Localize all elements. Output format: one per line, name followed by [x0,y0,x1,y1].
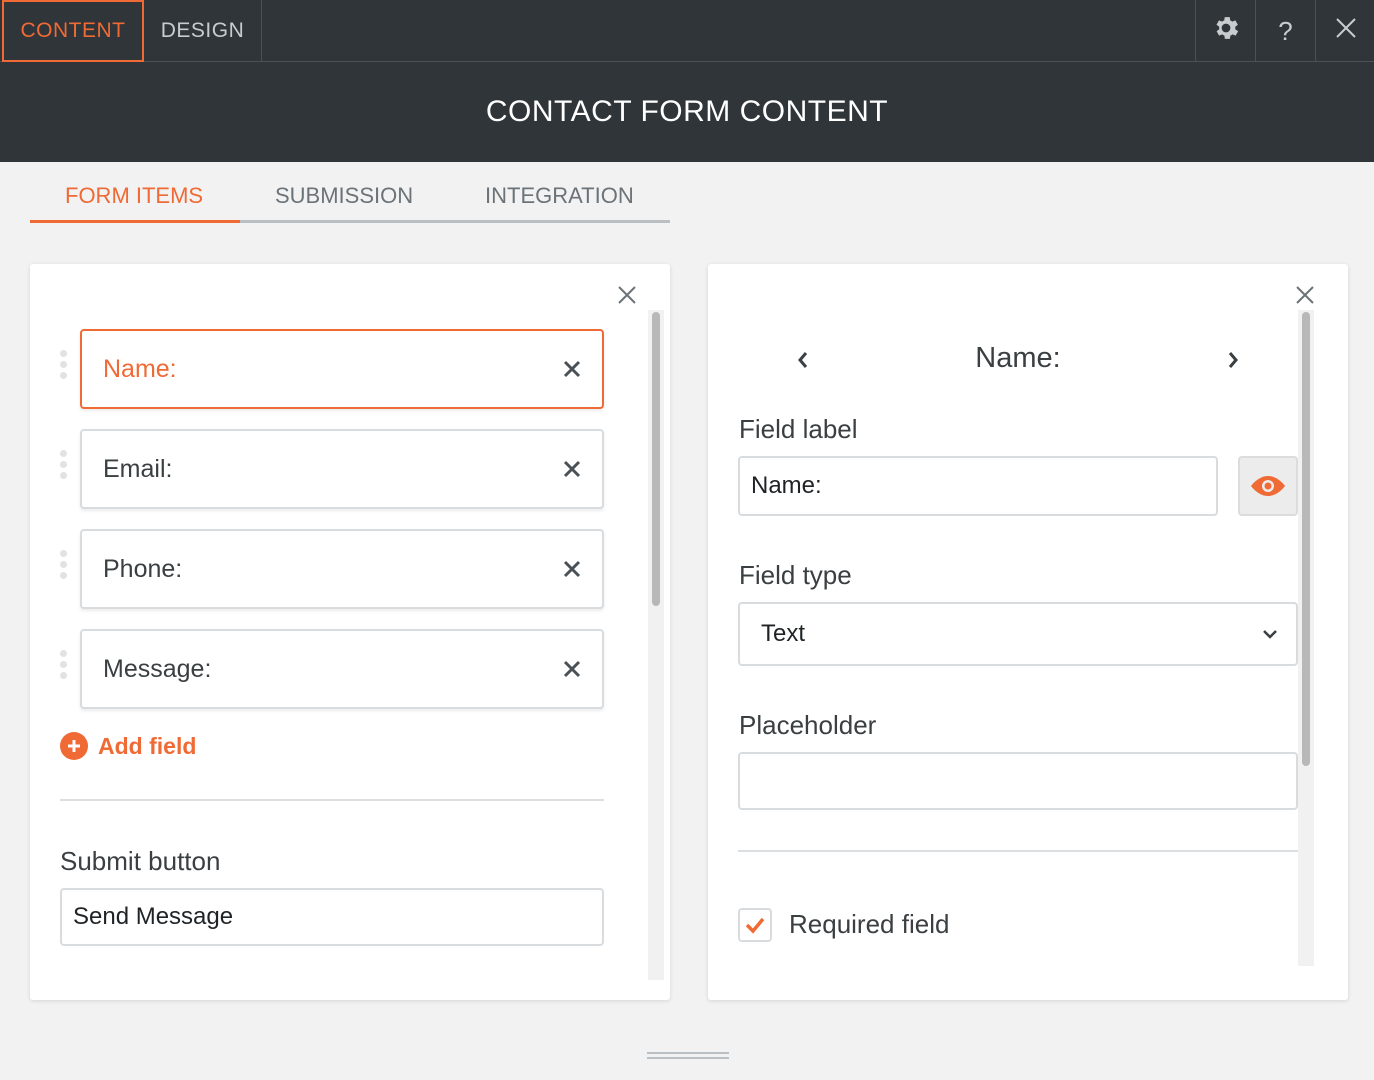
remove-icon [563,360,581,378]
field-type-title: Field type [739,560,852,590]
checkmark-icon [745,917,765,934]
field-type-select[interactable]: Text [738,602,1298,666]
remove-field-button[interactable] [542,560,602,578]
field-item-name[interactable]: Name: [80,329,604,409]
help-icon: ? [1278,15,1293,46]
form-items-panel: Name: Email: Phone: Message: Add field S… [30,264,670,1000]
sub-tab-bar: FORM ITEMS SUBMISSION INTEGRATION [30,163,670,223]
remove-icon [563,560,581,578]
tab-integration[interactable]: INTEGRATION [485,183,634,209]
field-item-label: Email: [103,454,173,483]
remove-field-button[interactable] [542,360,602,378]
next-field-button[interactable] [1218,345,1248,375]
chevron-right-icon [1228,352,1238,368]
settings-button[interactable] [1195,0,1255,62]
field-item-email[interactable]: Email: [80,429,604,509]
page-title: CONTACT FORM CONTENT [485,95,889,128]
remove-field-button[interactable] [542,460,602,478]
tab-form-items[interactable]: FORM ITEMS [65,183,203,209]
close-panel-button[interactable] [1292,284,1318,310]
close-icon [1295,285,1315,310]
drag-handle-icon[interactable] [60,450,68,479]
drag-handle-icon[interactable] [60,550,68,579]
close-icon [1334,16,1358,47]
current-field-title: Name: [975,342,1061,374]
field-item-label: Name: [103,354,177,383]
field-editor-panel: Name: Field label Name: Field type Text … [708,264,1348,1000]
close-icon [617,285,637,310]
field-type-value: Text [761,620,806,647]
divider [738,850,1298,852]
close-panel-button[interactable] [614,284,640,310]
submit-button-value: Send Message [73,903,234,930]
required-field-checkbox[interactable] [738,908,772,942]
required-field-label: Required field [789,909,950,939]
active-tab-indicator [30,220,240,223]
placeholder-title: Placeholder [739,710,877,740]
top-toolbar: CONTENT DESIGN ? [0,0,1374,62]
field-item-message[interactable]: Message: [80,629,604,709]
scrollbar[interactable] [648,310,664,980]
divider [60,799,604,801]
field-label-value: Name: [751,472,822,499]
eye-icon [1251,476,1285,496]
field-label-title: Field label [739,414,858,444]
previous-field-button[interactable] [788,345,818,375]
toggle-visibility-button[interactable] [1238,456,1298,516]
remove-icon [563,660,581,678]
gear-icon [1211,13,1241,50]
drag-handle-icon[interactable] [60,650,68,679]
submit-button-text-input[interactable]: Send Message [60,888,604,946]
tab-content[interactable]: CONTENT [2,0,144,62]
add-field-label: Add field [98,732,197,759]
placeholder-input[interactable] [738,752,1298,810]
chevron-down-icon [1263,630,1277,639]
header-bar: CONTACT FORM CONTENT [0,62,1374,162]
scrollbar-thumb[interactable] [1302,312,1310,766]
close-button[interactable] [1315,0,1374,62]
plus-circle-icon [60,732,88,760]
remove-field-button[interactable] [542,660,602,678]
resize-handle[interactable] [647,1052,729,1062]
tab-submission[interactable]: SUBMISSION [275,183,413,209]
field-label-input[interactable]: Name: [738,456,1218,516]
tab-design[interactable]: DESIGN [144,0,262,62]
help-button[interactable]: ? [1255,0,1315,62]
submit-button-label: Submit button [60,846,221,876]
add-field-button[interactable]: Add field [60,732,196,760]
scrollbar[interactable] [1298,310,1314,966]
field-item-phone[interactable]: Phone: [80,529,604,609]
scrollbar-thumb[interactable] [652,312,660,606]
drag-handle-icon[interactable] [60,350,68,379]
remove-icon [563,460,581,478]
chevron-left-icon [798,352,808,368]
field-item-label: Message: [103,654,212,683]
field-item-label: Phone: [103,554,183,583]
